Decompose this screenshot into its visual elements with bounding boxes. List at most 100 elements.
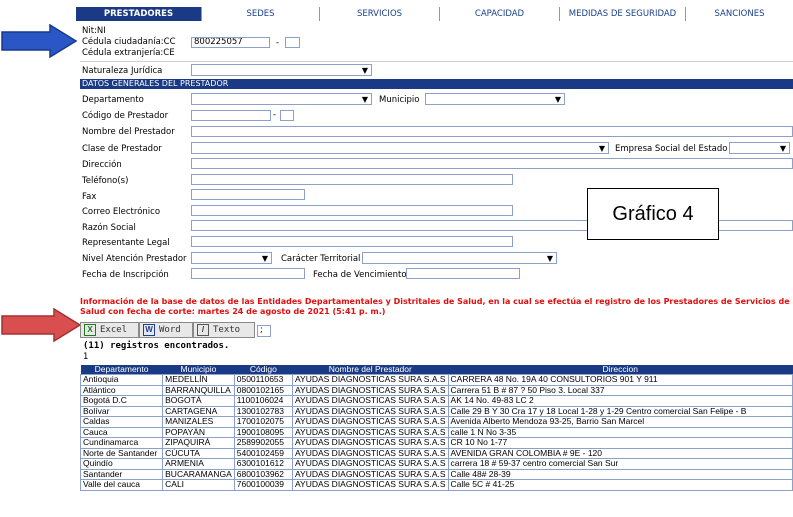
col-header-departamento[interactable]: Departamento [80,365,163,375]
export-text-label: Texto [213,325,241,335]
table-row[interactable]: Caldas MANIZALES 1700102075 AYUDAS DIAGNOST… [79,416,793,428]
col-header-direccion[interactable]: Direccion [448,365,793,375]
inscripcion-input[interactable] [191,268,305,279]
cell-codigo: 1700102075 [233,416,294,428]
clase-select[interactable]: ▼ [191,142,609,154]
red-arrow-annotation [1,307,82,343]
page-number[interactable]: 1 [83,352,88,362]
telefono-input[interactable] [191,174,513,185]
tab-capacidad[interactable]: CAPACIDAD [440,7,560,21]
id-type-ce[interactable]: Cédula extranjería:CE [82,48,175,58]
vencimiento-input[interactable] [406,268,520,279]
export-excel-label: Excel [100,325,128,335]
table-row[interactable]: Santander BUCARAMANGA 6800103962 AYUDAS DIA… [79,468,793,480]
representante-label: Representante Legal [82,238,170,248]
nombre-label: Nombre del Prestador [82,127,175,137]
cell-codigo: 6300101612 [233,458,294,470]
col-header-nombre[interactable]: Nombre del Prestador [292,365,449,375]
representante-input[interactable] [191,236,513,247]
cell-departamento: Antioquia [79,374,164,386]
section-header: DATOS GENERALES DEL PRESTADOR [80,79,793,89]
table-row[interactable]: Bolívar CARTAGENA 1300102783 AYUDAS DIAGNOS… [79,405,793,417]
cell-direccion: Calle 48# 28-39 [447,468,793,480]
cell-codigo: 1300102783 [233,405,294,417]
nivel-select[interactable]: ▼ [191,252,272,264]
col-header-codigo[interactable]: Código [234,365,293,375]
chevron-down-icon: ▼ [361,66,368,75]
record-count: (11) registros encontrados. [83,341,230,351]
cell-codigo: 1100106024 [233,395,294,407]
chevron-down-icon: ▼ [779,144,786,153]
correo-input[interactable] [191,205,513,216]
cell-nombre: AYUDAS DIAGNOSTICAS SURA S.A.S [292,405,449,417]
col-header-municipio[interactable]: Municipio [162,365,235,375]
codigo-input[interactable] [191,110,271,121]
naturaleza-select[interactable]: ▼ [191,64,372,76]
data-source-notice: Información de la base de datos de las E… [80,297,790,316]
cell-direccion: carrera 18 # 59-37 centro comercial San … [447,458,793,470]
cell-departamento: Quindío [79,458,164,470]
cell-nombre: AYUDAS DIAGNOSTICAS SURA S.A.S [292,426,449,438]
cell-departamento: Bolívar [79,405,164,417]
fax-input[interactable] [191,189,305,200]
cell-municipio: CALI [162,479,235,491]
id-dash: - [276,38,280,48]
cell-departamento: Atlántico [79,384,164,396]
chevron-down-icon: ▼ [598,144,605,153]
vencimiento-label: Fecha de Vencimiento [313,270,407,280]
cell-municipio: MEDELLÍN [162,374,235,386]
table-row[interactable]: Cauca POPAYÁN 1900108095 AYUDAS DIAGNOSTICA… [79,426,793,438]
table-row[interactable]: Antioquia MEDELLÍN 0500110653 AYUDAS DIAGNO… [79,374,793,386]
id-check-digit-input[interactable] [285,37,300,48]
cell-direccion: Calle 5C # 41-25 [447,479,793,491]
excel-icon: X [84,324,96,336]
word-icon: W [143,324,155,336]
id-type-cc[interactable]: Cédula ciudadanía:CC [82,37,176,47]
cell-codigo: 1900108095 [233,426,294,438]
table-row[interactable]: Quindío ARMENIA 6300101612 AYUDAS DIAGNOSTI… [79,458,793,470]
table-row[interactable]: Atlántico BARRANQUILLA 0800102165 AYUDAS DI… [79,384,793,396]
table-row[interactable]: Bogotá D.C BOGOTÁ 1100106024 AYUDAS DIAGNOS… [79,395,793,407]
table-row[interactable]: Norte de Santander CÚCUTA 5400102459 AYUDAS… [79,447,793,459]
table-row[interactable]: Cundinamarca ZIPAQUIRÁ 2589902055 AYUDAS DI… [79,437,793,449]
cell-nombre: AYUDAS DIAGNOSTICAS SURA S.A.S [292,384,449,396]
export-excel-button[interactable]: X Excel [80,322,139,338]
export-word-button[interactable]: W Word [139,322,193,338]
direccion-input[interactable] [191,158,793,169]
separator-input[interactable]: ; [257,325,271,337]
cell-codigo: 6800103962 [233,468,294,480]
tab-sanciones[interactable]: SANCIONES [686,7,793,21]
export-text-button[interactable]: / Texto [193,322,255,338]
telefono-label: Teléfono(s) [82,176,129,186]
correo-label: Correo Electrónico [82,207,161,217]
cell-municipio: BOGOTÁ [162,395,235,407]
id-type-nit[interactable]: Nit:NI [82,26,106,36]
codigo-sede-input[interactable] [280,110,294,121]
cell-nombre: AYUDAS DIAGNOSTICAS SURA S.A.S [292,458,449,470]
ese-select[interactable]: ▼ [729,142,790,154]
caracter-select[interactable]: ▼ [362,252,557,264]
cell-departamento: Santander [79,468,164,480]
tab-medidas-seguridad[interactable]: MEDIDAS DE SEGURIDAD [560,7,686,21]
tab-servicios[interactable]: SERVICIOS [320,7,440,21]
id-number-input[interactable]: 800225057 [191,37,270,48]
ese-label: Empresa Social del Estado [615,144,728,154]
inscripcion-label: Fecha de Inscripción [82,270,169,280]
cell-nombre: AYUDAS DIAGNOSTICAS SURA S.A.S [292,374,449,386]
cell-codigo: 2589902055 [233,437,294,449]
cell-nombre: AYUDAS DIAGNOSTICAS SURA S.A.S [292,447,449,459]
nombre-input[interactable] [191,126,793,137]
cell-departamento: Norte de Santander [79,447,164,459]
municipio-select[interactable]: ▼ [425,93,565,105]
tab-prestadores[interactable]: PRESTADORES [76,7,202,21]
results-table: Departamento Municipio Código Nombre del… [79,365,793,491]
cell-municipio: CARTAGENA [162,405,235,417]
departamento-select[interactable]: ▼ [191,93,372,105]
cell-nombre: AYUDAS DIAGNOSTICAS SURA S.A.S [292,395,449,407]
cell-nombre: AYUDAS DIAGNOSTICAS SURA S.A.S [292,468,449,480]
municipio-label: Municipio [379,95,420,105]
caracter-label: Carácter Territorial [281,254,361,264]
table-row[interactable]: Valle del cauca CALI 7600100039 AYUDAS DIAG… [79,479,793,491]
tab-sedes[interactable]: SEDES [202,7,320,21]
cell-municipio: BUCARAMANGA [162,468,235,480]
